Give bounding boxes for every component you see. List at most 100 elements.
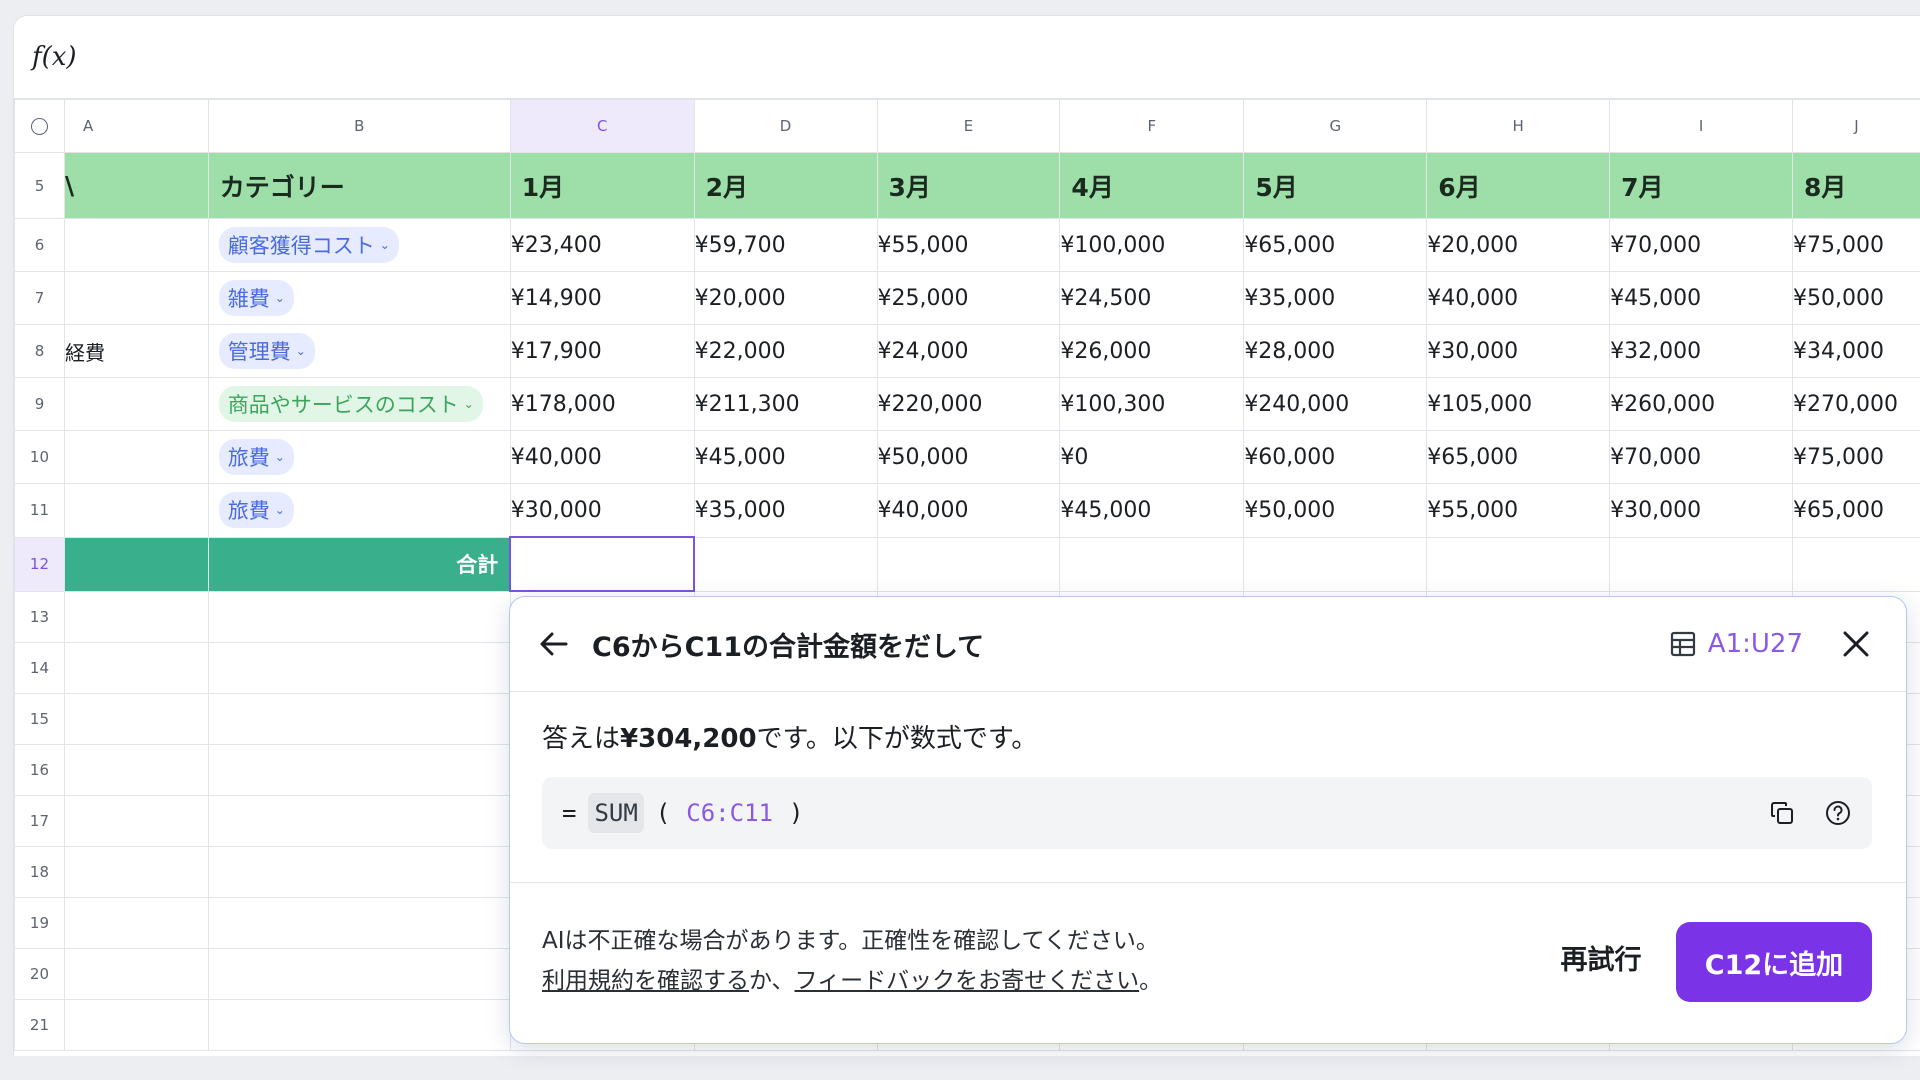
category-cell[interactable]: 管理費 ⌄ — [207, 324, 511, 378]
formula-bar[interactable]: f(x) — [14, 16, 1920, 99]
range-label[interactable]: A1:U27 — [1708, 629, 1803, 659]
value-cell[interactable]: ¥45,000 — [693, 430, 878, 484]
category-chip[interactable]: 商品やサービスのコスト ⌄ — [218, 386, 483, 422]
column-header-c[interactable]: C — [509, 99, 695, 153]
value-cell[interactable]: ¥105,000 — [1426, 377, 1611, 431]
add-to-cell-button[interactable]: C12に追加 — [1676, 922, 1872, 1002]
close-button[interactable] — [1834, 622, 1878, 666]
empty-cell[interactable] — [1243, 536, 1428, 592]
empty-cell[interactable] — [1791, 536, 1920, 592]
row-number[interactable]: 8 — [14, 324, 65, 378]
value-cell[interactable]: ¥211,300 — [693, 377, 878, 431]
value-cell[interactable]: ¥50,000 — [1791, 271, 1920, 325]
value-cell[interactable]: ¥75,000 — [1791, 430, 1920, 484]
empty-cell[interactable] — [1426, 536, 1611, 592]
select-all-button[interactable] — [14, 99, 65, 153]
header-cell-category[interactable]: カテゴリー — [207, 152, 511, 219]
value-cell[interactable]: ¥45,000 — [1609, 271, 1793, 325]
value-cell[interactable]: ¥40,000 — [1426, 271, 1611, 325]
category-cell[interactable]: 顧客獲得コスト ⌄ — [207, 218, 511, 272]
category-cell[interactable]: 雑費 ⌄ — [207, 271, 511, 325]
value-cell[interactable]: ¥45,000 — [1059, 483, 1245, 538]
empty-cell[interactable] — [1059, 536, 1245, 592]
value-cell[interactable]: ¥24,000 — [876, 324, 1061, 378]
column-header-i[interactable]: I — [1609, 99, 1793, 153]
total-label[interactable]: 合計 — [207, 536, 511, 592]
value-cell[interactable]: ¥17,900 — [509, 324, 695, 378]
row-number[interactable]: 20 — [14, 948, 65, 1000]
row-number[interactable]: 19 — [14, 897, 65, 949]
column-header-j[interactable]: J — [1791, 99, 1920, 153]
value-cell[interactable]: ¥30,000 — [1426, 324, 1611, 378]
category-chip[interactable]: 管理費 ⌄ — [218, 333, 315, 369]
value-cell[interactable]: ¥100,000 — [1059, 218, 1245, 272]
row-number[interactable]: 11 — [14, 483, 65, 538]
value-cell[interactable]: ¥35,000 — [693, 483, 878, 538]
value-cell[interactable]: ¥65,000 — [1426, 430, 1611, 484]
value-cell[interactable]: ¥50,000 — [876, 430, 1061, 484]
row-number[interactable]: 5 — [14, 152, 65, 219]
column-header-g[interactable]: G — [1243, 99, 1428, 153]
row-number[interactable]: 13 — [14, 590, 65, 643]
empty-cell[interactable] — [207, 590, 511, 643]
cell-a[interactable]: 経費 — [63, 324, 209, 378]
value-cell[interactable]: ¥30,000 — [1609, 483, 1793, 538]
header-cell-month[interactable]: 4月 — [1059, 152, 1245, 219]
empty-cell[interactable] — [207, 948, 511, 1000]
row-number[interactable]: 16 — [14, 744, 65, 796]
value-cell[interactable]: ¥26,000 — [1059, 324, 1245, 378]
value-cell[interactable]: ¥55,000 — [1426, 483, 1611, 538]
range-selector[interactable]: A1:U27 — [1670, 597, 1803, 691]
value-cell[interactable]: ¥220,000 — [876, 377, 1061, 431]
value-cell[interactable]: ¥25,000 — [876, 271, 1061, 325]
empty-cell[interactable] — [63, 999, 209, 1051]
value-cell[interactable]: ¥20,000 — [693, 271, 878, 325]
category-cell[interactable]: 商品やサービスのコスト ⌄ — [207, 377, 511, 431]
value-cell[interactable]: ¥32,000 — [1609, 324, 1793, 378]
value-cell[interactable]: ¥270,000 — [1791, 377, 1920, 431]
row-number[interactable]: 21 — [14, 999, 65, 1051]
value-cell[interactable]: ¥35,000 — [1243, 271, 1428, 325]
value-cell[interactable]: ¥60,000 — [1243, 430, 1428, 484]
empty-cell[interactable] — [693, 536, 878, 592]
category-chip[interactable]: 旅費 ⌄ — [218, 439, 294, 475]
header-cell-month[interactable]: 3月 — [876, 152, 1061, 219]
empty-cell[interactable] — [207, 795, 511, 847]
value-cell[interactable]: ¥55,000 — [876, 218, 1061, 272]
value-cell[interactable]: ¥34,000 — [1791, 324, 1920, 378]
header-cell-month[interactable]: 1月 — [509, 152, 695, 219]
cell-a[interactable] — [63, 218, 209, 272]
row-number[interactable]: 12 — [14, 536, 65, 592]
column-header-e[interactable]: E — [876, 99, 1061, 153]
value-cell[interactable]: ¥178,000 — [509, 377, 695, 431]
header-cell-month[interactable]: 6月 — [1426, 152, 1611, 219]
value-cell[interactable]: ¥24,500 — [1059, 271, 1245, 325]
header-cell-month[interactable]: 5月 — [1243, 152, 1428, 219]
empty-cell[interactable] — [63, 897, 209, 949]
empty-cell[interactable] — [207, 846, 511, 898]
row-number[interactable]: 17 — [14, 795, 65, 847]
column-header-a[interactable]: A — [63, 99, 209, 153]
value-cell[interactable]: ¥75,000 — [1791, 218, 1920, 272]
category-chip[interactable]: 顧客獲得コスト ⌄ — [218, 227, 399, 263]
empty-cell[interactable] — [63, 948, 209, 1000]
column-header-h[interactable]: H — [1426, 99, 1611, 153]
value-cell[interactable]: ¥70,000 — [1609, 218, 1793, 272]
value-cell[interactable]: ¥100,300 — [1059, 377, 1245, 431]
value-cell[interactable]: ¥240,000 — [1243, 377, 1428, 431]
value-cell[interactable]: ¥23,400 — [509, 218, 695, 272]
empty-cell[interactable] — [207, 744, 511, 796]
empty-cell[interactable] — [63, 590, 209, 643]
row-number[interactable]: 9 — [14, 377, 65, 431]
empty-cell[interactable] — [207, 693, 511, 745]
row-number[interactable]: 7 — [14, 271, 65, 325]
cell-a[interactable] — [63, 271, 209, 325]
copy-formula-button[interactable] — [1766, 797, 1798, 829]
row-number[interactable]: 18 — [14, 846, 65, 898]
cell-a[interactable] — [63, 430, 209, 484]
value-cell[interactable]: ¥59,700 — [693, 218, 878, 272]
help-button[interactable] — [1822, 797, 1854, 829]
value-cell[interactable]: ¥70,000 — [1609, 430, 1793, 484]
empty-cell[interactable] — [207, 897, 511, 949]
category-cell[interactable]: 旅費 ⌄ — [207, 483, 511, 538]
